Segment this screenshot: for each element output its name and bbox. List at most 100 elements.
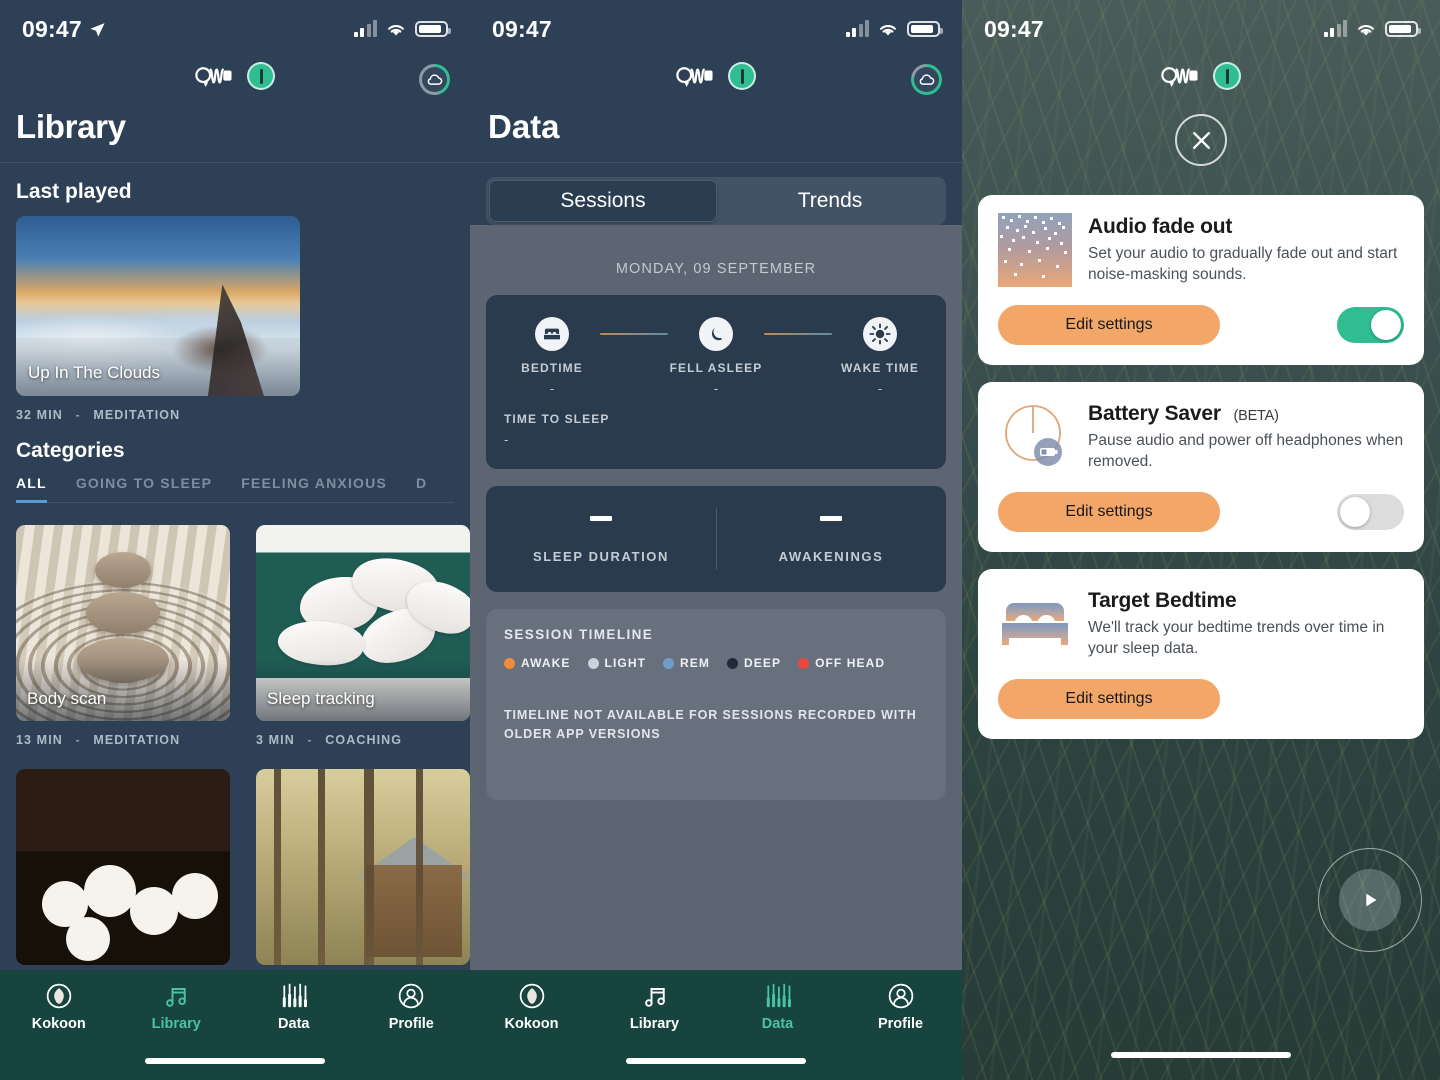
battery-icon <box>1385 21 1421 37</box>
nav-item-data[interactable]: Data <box>235 982 353 1032</box>
tile-duration: 13 MIN <box>16 733 63 747</box>
list-item[interactable] <box>16 769 230 965</box>
flower <box>130 887 178 935</box>
stone-top <box>95 552 151 589</box>
data-content: MONDAY, 09 SEPTEMBER BEDTIME - FELL ASLE… <box>470 239 962 800</box>
cloud-sync-icon[interactable] <box>419 64 450 95</box>
tile-separator: - <box>307 733 313 747</box>
cellular-signal-icon <box>845 20 869 37</box>
category-tab-going-to-sleep[interactable]: GOING TO SLEEP <box>76 475 212 503</box>
wifi-icon <box>388 24 404 35</box>
nav-label-profile: Profile <box>877 1016 924 1032</box>
category-tab-partial[interactable]: D <box>416 475 427 503</box>
close-icon <box>1192 131 1210 149</box>
time-to-sleep-label: TIME TO SLEEP <box>504 412 610 426</box>
feature-toggle[interactable] <box>1337 494 1404 530</box>
summary-stats: SLEEP DURATION AWAKENINGS <box>486 486 946 592</box>
home-indicator <box>626 1058 806 1064</box>
session-timeline-body: SESSION TIMELINE AWAKE LIGHT REM DEEP OF… <box>486 609 946 800</box>
nav-item-profile[interactable]: Profile <box>353 982 471 1032</box>
library-body: Last played Up In The Clouds 32 MIN - ME… <box>0 180 470 965</box>
legend-dot <box>587 657 599 669</box>
card-title-text: Battery Saver <box>1088 402 1221 425</box>
device-status-row <box>470 58 962 108</box>
nav-item-profile[interactable]: Profile <box>839 982 962 1032</box>
stage-connector-line <box>600 333 668 335</box>
stone-mid <box>86 592 160 635</box>
tile-separator: - <box>75 733 81 747</box>
category-tab-all[interactable]: ALL <box>16 475 47 503</box>
data-header-block: 09:47 Data Sessions Trends <box>470 0 962 225</box>
headphones-icon <box>676 67 713 87</box>
bottom-nav: Kokoon Library Data Profile <box>470 970 962 1080</box>
nav-item-kokoon[interactable]: Kokoon <box>470 982 593 1032</box>
cabin-body <box>366 865 462 957</box>
home-indicator <box>1111 1052 1291 1058</box>
cabin-artwork <box>256 769 470 965</box>
sleep-tracking-artwork: Sleep tracking <box>256 525 470 721</box>
device-center-group <box>1161 62 1241 90</box>
feature-toggle[interactable] <box>1337 307 1404 343</box>
list-item[interactable]: Sleep tracking 3 MIN - COACHING <box>256 525 470 747</box>
edit-settings-button[interactable]: Edit settings <box>998 305 1220 345</box>
category-tab-feeling-anxious[interactable]: FEELING ANXIOUS <box>241 475 387 503</box>
list-item[interactable] <box>256 769 470 965</box>
alert-badge-icon <box>247 62 275 90</box>
home-indicator <box>145 1058 325 1064</box>
audio-fade-glyph-icon <box>998 213 1072 287</box>
card-top: Target Bedtime We'll track your bedtime … <box>998 587 1404 661</box>
last-played-heading: Last played <box>16 180 132 203</box>
nav-item-kokoon[interactable]: Kokoon <box>0 982 118 1032</box>
close-button[interactable] <box>1175 114 1227 166</box>
cloud-glyph-icon <box>919 74 935 85</box>
card-texts: Battery Saver (BETA) Pause audio and pow… <box>1088 400 1404 474</box>
bed-glyph-icon <box>1002 603 1068 645</box>
edit-settings-button[interactable]: Edit settings <box>998 679 1220 719</box>
stage-label: WAKE TIME <box>841 361 919 375</box>
stage-value: - <box>549 381 555 396</box>
card-title: Target Bedtime <box>1088 589 1404 613</box>
library-header: Library <box>0 108 470 162</box>
tree-trunk <box>364 769 374 965</box>
header-divider <box>470 162 962 163</box>
legend-label: LIGHT <box>604 656 647 670</box>
tile-category: COACHING <box>325 733 403 747</box>
last-played-card[interactable]: Up In The Clouds <box>16 216 300 396</box>
tile-title: Body scan <box>27 689 107 708</box>
nav-label-library: Library <box>151 1016 201 1032</box>
nav-label-data: Data <box>278 1016 310 1032</box>
edit-settings-button[interactable]: Edit settings <box>998 492 1220 532</box>
tab-trends[interactable]: Trends <box>717 180 943 222</box>
legend-item-awake: AWAKE <box>504 656 571 670</box>
category-tabs: ALL GOING TO SLEEP FEELING ANXIOUS D <box>16 475 454 503</box>
timeline-unavailable-note: TIMELINE NOT AVAILABLE FOR SESSIONS RECO… <box>504 708 917 741</box>
library-screen: 09:47 Library Last played Up In The Clou… <box>0 0 470 1080</box>
device-status-row <box>0 58 470 108</box>
bed-icon <box>535 317 569 351</box>
cloud-sync-icon[interactable] <box>911 64 942 95</box>
nav-item-data[interactable]: Data <box>716 982 839 1032</box>
music-note-icon <box>166 988 187 1007</box>
location-arrow-icon <box>90 22 105 37</box>
hero-duration: 32 MIN <box>16 408 63 422</box>
stage-label: BEDTIME <box>521 361 583 375</box>
nav-item-library[interactable]: Library <box>118 982 236 1032</box>
list-item[interactable]: Body scan 13 MIN - MEDITATION <box>16 525 230 747</box>
card-texts: Target Bedtime We'll track your bedtime … <box>1088 587 1404 661</box>
play-button[interactable] <box>1318 848 1422 952</box>
session-date-header: MONDAY, 09 SEPTEMBER <box>615 261 817 277</box>
stage-fell-asleep: FELL ASLEEP - <box>668 317 764 396</box>
nav-item-library[interactable]: Library <box>593 982 716 1032</box>
library-tile-grid-row1: Body scan 13 MIN - MEDITATION Sleep trac… <box>16 525 470 747</box>
sleep-summary-card: SLEEP DURATION AWAKENINGS <box>486 486 946 592</box>
legend-dot <box>798 657 810 669</box>
legend-label: AWAKE <box>521 656 571 670</box>
legend-label: DEEP <box>743 656 782 670</box>
tree-trunk <box>318 769 325 965</box>
library-tile-grid-row2 <box>16 769 470 965</box>
tile-meta: 13 MIN - MEDITATION <box>16 733 230 747</box>
hero-separator: - <box>75 408 81 422</box>
status-bar: 09:47 <box>470 0 962 58</box>
tab-sessions[interactable]: Sessions <box>489 180 717 222</box>
nav-label-kokoon: Kokoon <box>504 1016 559 1032</box>
